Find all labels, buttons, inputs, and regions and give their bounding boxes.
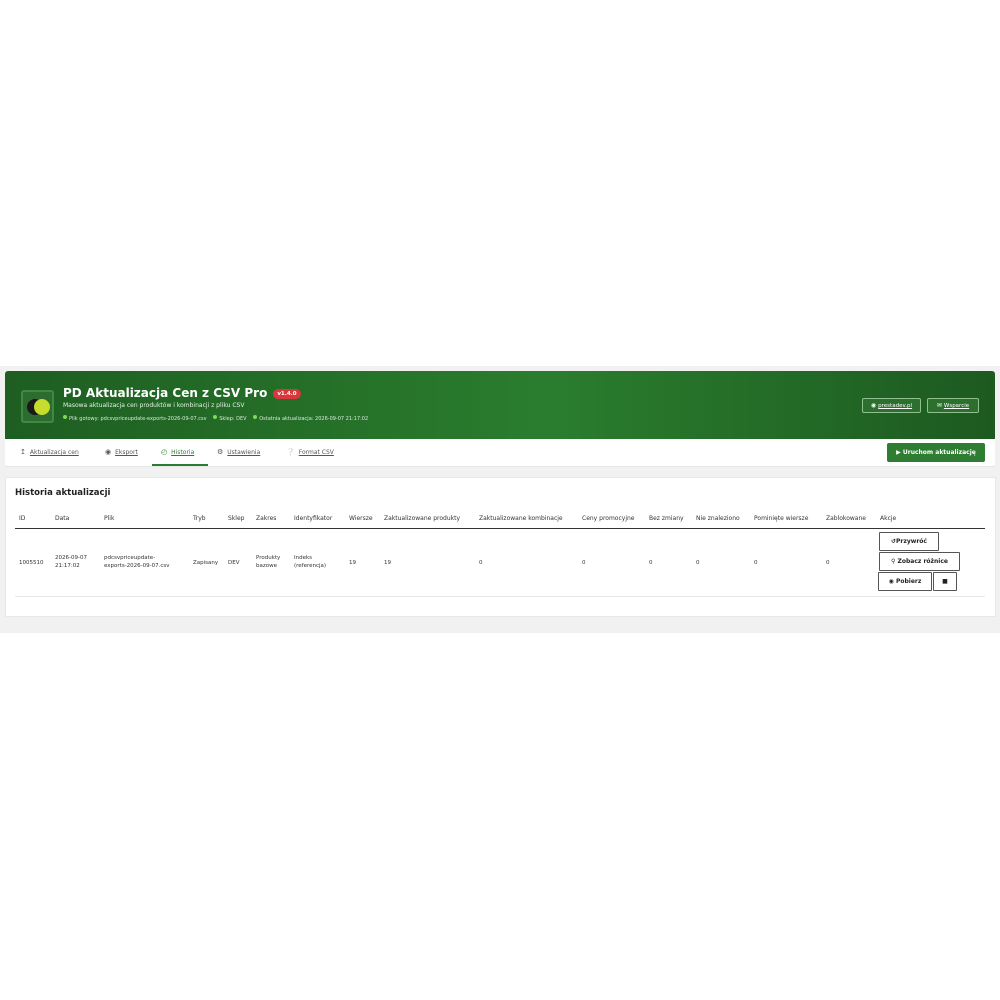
cell-identifier: Indeks (referencja): [294, 555, 327, 569]
envelope-icon: ✉: [936, 402, 942, 409]
cell-promo-prices: 0: [582, 560, 586, 566]
upload-icon: ↥: [20, 448, 26, 456]
cell-skipped: 0: [754, 560, 758, 566]
status-line: Plik gotowy: pdcsvpriceupdate-exports-20…: [63, 415, 368, 422]
cell-blocked: 0: [826, 560, 830, 566]
prestadev-link-button[interactable]: ◉ prestadev.pl: [862, 398, 921, 413]
cell-scope: Produkty bazowe: [256, 555, 281, 569]
col-header-promo-prices: Ceny promocyjne: [582, 515, 635, 522]
status-last-update: Ostatnia aktualizacja: 2026-09-07 21:17:…: [259, 416, 369, 422]
header-divider: [15, 528, 985, 529]
col-header-mode: Tryb: [193, 515, 206, 522]
module-logo: [21, 390, 54, 423]
cell-not-found: 0: [696, 560, 700, 566]
clock-icon: ◴: [161, 448, 168, 456]
cell-shop: DEV: [228, 560, 240, 566]
module-subtitle: Masowa aktualizacja cen produktów i komb…: [63, 402, 245, 409]
view-diff-button[interactable]: ⚲ Zobacz różnice: [879, 552, 960, 571]
download-button[interactable]: ◉ Pobierz: [878, 572, 932, 591]
status-dot-icon: [213, 415, 218, 419]
status-shop: Sklep: DEV: [219, 416, 247, 422]
tab-csv-format[interactable]: ❔ Format CSV: [286, 448, 334, 456]
cell-rows: 19: [349, 560, 356, 566]
history-panel: Historia aktualizacji ID Data Plik Tryb …: [5, 477, 996, 617]
export-icon: ◉: [105, 448, 112, 456]
status-dot-icon: [63, 415, 67, 419]
cell-updated-combinations: 0: [479, 560, 483, 566]
globe-icon: ◉: [870, 402, 877, 409]
support-link-button[interactable]: ✉ Wsparcie: [927, 398, 979, 413]
delete-button[interactable]: ■: [933, 572, 957, 591]
run-update-button[interactable]: ▶ Uruchom aktualizację: [887, 443, 985, 462]
tab-export[interactable]: ◉ Eksport: [105, 448, 138, 456]
search-icon: ⚲: [891, 558, 896, 565]
col-header-actions: Akcje: [880, 515, 897, 522]
version-badge: v1.4.0: [273, 389, 301, 399]
tab-bar: ↥ Aktualizacja cen ◉ Eksport ◴ Historia ⚙ Us…: [5, 439, 995, 467]
tab-settings[interactable]: ⚙ Ustawienia: [217, 448, 260, 456]
module-header: PD Aktualizacja Cen z CSV Pro v1.4.0 Maso…: [5, 371, 995, 439]
col-header-unchanged: Bez zmiany: [649, 515, 684, 522]
cell-updated-products: 19: [384, 560, 391, 566]
col-header-not-found: Nie znaleziono: [696, 515, 740, 522]
play-icon: ▶: [896, 449, 901, 456]
col-header-updated-combinations: Zaktualizowane kombinacje: [479, 515, 563, 522]
cell-file: pdcsvpriceupdate- exports-2026-09-07.csv: [104, 555, 170, 569]
gears-icon: ⚙: [217, 448, 224, 456]
col-header-blocked: Zablokowane: [826, 515, 866, 522]
cell-mode: Zapisany: [193, 560, 219, 566]
col-header-skipped: Pominięte wiersze: [754, 515, 809, 522]
trash-icon: ■: [942, 578, 948, 585]
row-divider: [15, 596, 985, 597]
col-header-id: ID: [19, 515, 26, 522]
status-file: Plik gotowy: pdcsvpriceupdate-exports-20…: [69, 416, 207, 422]
cell-date: 2026-09-07 21:17:02: [55, 555, 87, 569]
col-header-updated-products: Zaktualizowane produkty: [384, 515, 461, 522]
history-title: Historia aktualizacji: [15, 488, 111, 498]
col-header-scope: Zakres: [256, 515, 277, 522]
module-title: PD Aktualizacja Cen z CSV Pro v1.4.0: [63, 386, 301, 400]
status-dot-icon: [253, 415, 258, 419]
col-header-shop: Sklep: [228, 515, 245, 522]
question-icon: ❔: [286, 448, 295, 456]
col-header-identifier: Identyfikator: [294, 515, 333, 522]
restore-button[interactable]: ↺Przywróć: [879, 532, 939, 551]
col-header-date: Data: [55, 515, 70, 522]
module-container: PD Aktualizacja Cen z CSV Pro v1.4.0 Maso…: [0, 366, 1000, 633]
tab-price-update[interactable]: ↥ Aktualizacja cen: [20, 448, 79, 456]
cell-id: 1005510: [19, 560, 44, 566]
active-tab-indicator: [152, 464, 208, 466]
col-header-file: Plik: [104, 515, 115, 522]
col-header-rows: Wiersze: [349, 515, 373, 522]
download-icon: ◉: [888, 578, 894, 585]
cell-unchanged: 0: [649, 560, 653, 566]
tab-history[interactable]: ◴ Historia: [161, 448, 194, 456]
